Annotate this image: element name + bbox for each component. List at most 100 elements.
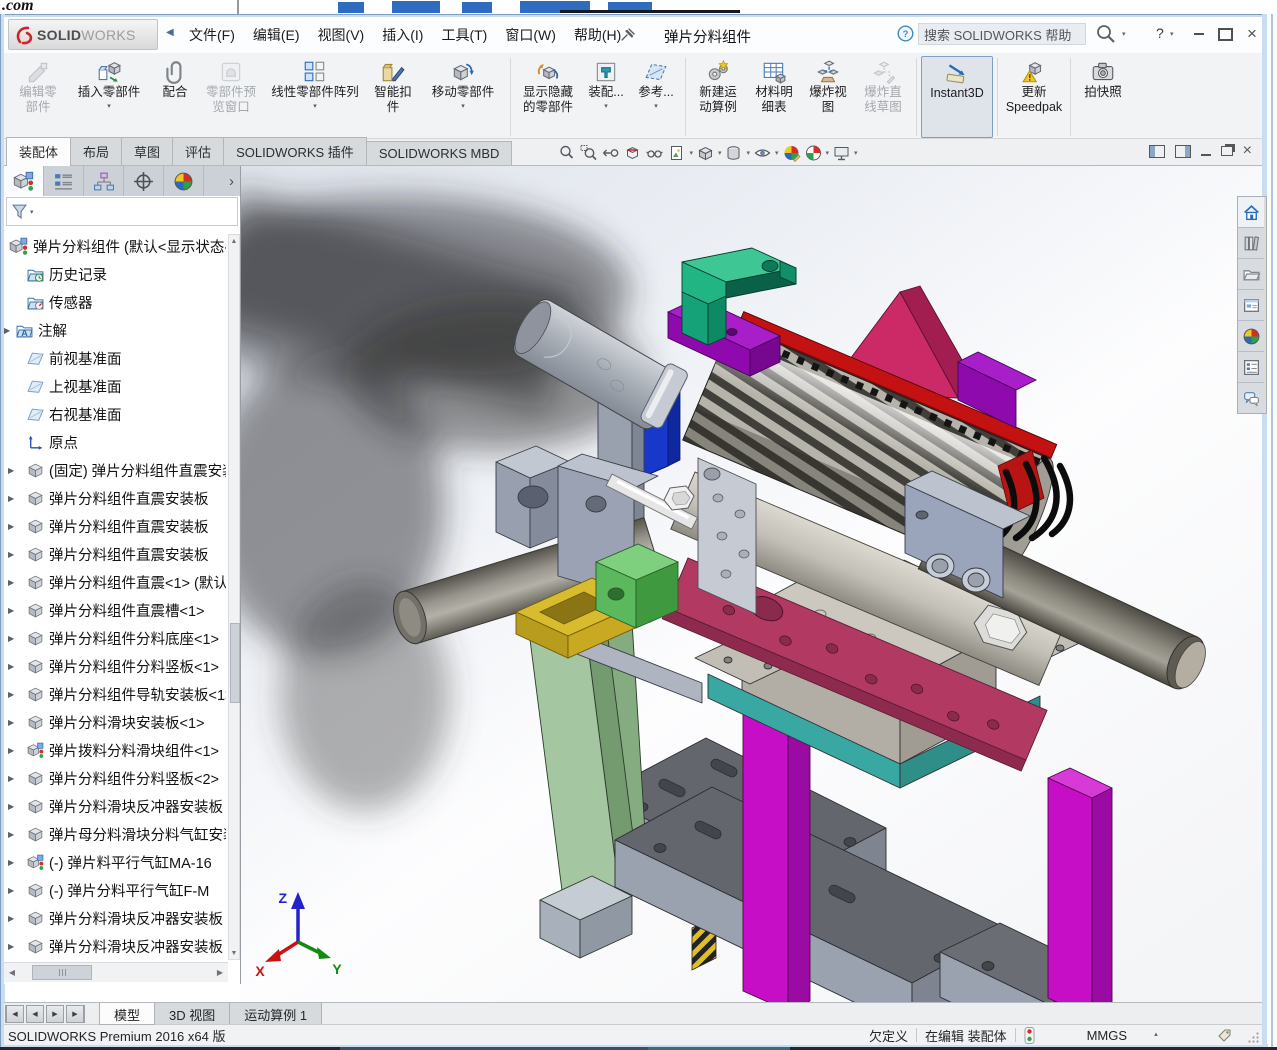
toolbar-smart-fasteners[interactable]: 智能扣件 — [366, 56, 420, 138]
menu-tools[interactable]: 工具(T) — [432, 21, 496, 49]
expand-arrow-icon[interactable]: ▶ — [8, 942, 20, 951]
hide-show-caret[interactable]: ▾ — [775, 149, 779, 157]
tree-item-front-plane[interactable]: 前视基准面 — [4, 344, 226, 372]
model-green-block[interactable] — [596, 544, 678, 628]
nav-prev-icon[interactable]: ◀ — [26, 1005, 44, 1023]
tree-item-component[interactable]: ▶弹片分料组件直震安装板 — [4, 512, 226, 540]
tab-model[interactable]: 模型 — [99, 1003, 155, 1025]
toolbar-take-snapshot[interactable]: 拍快照 — [1075, 56, 1131, 138]
toolbar-instant3d[interactable]: Instant3D — [921, 56, 993, 138]
menu-view[interactable]: 视图(V) — [309, 21, 374, 49]
tree-horizontal-scrollbar[interactable]: ◀ ▶ — [4, 962, 228, 982]
tree-item-component[interactable]: ▶弹片分料滑块反冲器安装板 — [4, 792, 226, 820]
tree-item-top-plane[interactable]: 上视基准面 — [4, 372, 226, 400]
apply-scene-icon[interactable] — [667, 144, 686, 162]
model-holed-plate[interactable] — [698, 458, 756, 614]
expand-arrow-icon[interactable]: ▶ — [8, 606, 20, 615]
pane-left-icon[interactable] — [1149, 145, 1165, 158]
propertymanager-tab[interactable] — [44, 166, 84, 196]
apply-scene-ball-icon[interactable] — [804, 144, 823, 162]
expand-arrow-icon[interactable]: ▶ — [8, 858, 20, 867]
orientation-caret[interactable]: ▾ — [718, 149, 722, 157]
filter-funnel-icon[interactable] — [11, 203, 28, 220]
search-dropdown-caret[interactable]: ▾ — [1122, 30, 1126, 38]
expand-arrow-icon[interactable]: ▶ — [8, 690, 20, 699]
resize-grip-icon[interactable] — [1247, 1031, 1260, 1044]
tree-item-origin[interactable]: 原点 — [4, 428, 226, 456]
menu-file[interactable]: 文件(F) — [180, 21, 244, 49]
scroll-left-icon[interactable]: ◀ — [4, 968, 20, 977]
tag-icon[interactable] — [1217, 1028, 1233, 1043]
tree-item-component[interactable]: ▶弹片分料组件分料竖板<1> — [4, 652, 226, 680]
menu-edit[interactable]: 编辑(E) — [244, 21, 309, 49]
taskpane-home-button[interactable] — [1238, 197, 1264, 228]
pane-right-icon[interactable] — [1175, 145, 1191, 158]
menu-window[interactable]: 窗口(W) — [496, 21, 565, 49]
tab-3d-views[interactable]: 3D 视图 — [154, 1003, 230, 1025]
tab-addins[interactable]: SOLIDWORKS 插件 — [223, 137, 367, 165]
doc-minimize-icon[interactable] — [1201, 154, 1211, 156]
minimize-button[interactable] — [1187, 24, 1211, 44]
panel-tab-overflow[interactable]: › — [229, 173, 234, 190]
view-settings-caret[interactable]: ▾ — [854, 149, 858, 157]
expand-arrow-icon[interactable]: ▶ — [8, 718, 20, 727]
tree-item-component[interactable]: ▶弹片分料组件分料底座<1> — [4, 624, 226, 652]
section-view-icon[interactable] — [623, 144, 642, 162]
tree-item-component[interactable]: ▶弹片分料滑块安装板<1> — [4, 708, 226, 736]
tab-layout[interactable]: 布局 — [70, 137, 122, 165]
toolbar-component-preview[interactable]: 零部件预览窗口 — [198, 56, 264, 138]
traffic-light-icon[interactable] — [1024, 1027, 1035, 1044]
close-button[interactable]: × — [1240, 24, 1264, 44]
display-style-caret[interactable]: ▾ — [746, 149, 750, 157]
toolbar-edit-component[interactable]: 编辑零部件 — [10, 56, 66, 138]
tab-mbd[interactable]: SOLIDWORKS MBD — [366, 141, 513, 165]
tab-evaluate[interactable]: 评估 — [172, 137, 224, 165]
previous-view-icon[interactable] — [601, 144, 620, 162]
toolbar-show-hide-components[interactable]: 显示隐藏的零部件 — [515, 56, 581, 138]
taskpane-design-library-button[interactable] — [1238, 228, 1264, 259]
displaymanager-tab[interactable] — [164, 166, 204, 196]
search-icon[interactable] — [1094, 22, 1118, 46]
toolbar-mate[interactable]: 配合 — [152, 56, 198, 138]
menu-insert[interactable]: 插入(I) — [373, 21, 432, 49]
doc-restore-icon[interactable] — [1221, 146, 1233, 156]
tree-item-component[interactable]: ▶弹片分料组件分料竖板<2> — [4, 764, 226, 792]
scroll-down-icon[interactable]: ▼ — [229, 947, 239, 959]
help-menu[interactable]: ? — [1156, 25, 1164, 41]
nav-last-icon[interactable]: ▶ — [66, 1005, 85, 1023]
tree-item-component[interactable]: ▶弹片分料组件导轨安装板<1> — [4, 680, 226, 708]
scroll-up-icon[interactable]: ▲ — [229, 235, 239, 247]
zoom-to-area-icon[interactable] — [579, 144, 598, 162]
tree-root[interactable]: 弹片分料组件 (默认<显示状态-1>) — [4, 232, 226, 260]
nav-next-icon[interactable]: ▶ — [46, 1005, 64, 1023]
expand-arrow-icon[interactable]: ▶ — [8, 746, 20, 755]
tab-assembly[interactable]: 装配体 — [6, 137, 71, 166]
tree-item-component[interactable]: ▶弹片分料组件直震安装板 — [4, 540, 226, 568]
expand-arrow-icon[interactable]: ▶ — [4, 326, 16, 335]
scroll-right-icon[interactable]: ▶ — [212, 968, 228, 977]
menu-collapse-icon[interactable]: ◀ — [166, 27, 174, 38]
taskpane-forum-button[interactable] — [1238, 383, 1264, 413]
view-orientation-icon[interactable] — [696, 144, 715, 162]
expand-arrow-icon[interactable]: ▶ — [8, 802, 20, 811]
expand-arrow-icon[interactable]: ▶ — [8, 466, 20, 475]
pin-icon[interactable] — [620, 28, 636, 42]
expand-arrow-icon[interactable]: ▶ — [8, 578, 20, 587]
tree-item-subassembly[interactable]: ▶弹片拨料分料滑块组件<1> — [4, 736, 226, 764]
taskpane-appearances-button[interactable] — [1238, 321, 1264, 352]
display-style-icon[interactable] — [724, 144, 743, 162]
tree-item-subassembly[interactable]: ▶(-) 弹片料平行气缸MA-16 — [4, 848, 226, 876]
tab-sketch[interactable]: 草图 — [121, 137, 173, 165]
filter-caret[interactable]: ▾ — [30, 208, 34, 216]
status-units[interactable]: MMGS — [1087, 1028, 1127, 1043]
expand-arrow-icon[interactable]: ▶ — [8, 550, 20, 559]
toolbar-new-motion-study[interactable]: 新建运动算例 — [690, 56, 746, 138]
tree-item-component[interactable]: ▶(固定) 弹片分料组件直震安装 — [4, 456, 226, 484]
expand-arrow-icon[interactable]: ▶ — [8, 662, 20, 671]
view-settings-icon[interactable] — [832, 144, 851, 162]
toolbar-bill-of-materials[interactable]: 材料明细表 — [746, 56, 802, 138]
zoom-to-fit-icon[interactable] — [557, 144, 576, 162]
tree-item-component[interactable]: ▶弹片分料组件直震安装板 — [4, 484, 226, 512]
toolbar-reference-geometry[interactable]: 参考...▾ — [631, 56, 681, 138]
toolbar-update-speedpak[interactable]: 更新Speedpak — [1002, 56, 1066, 138]
